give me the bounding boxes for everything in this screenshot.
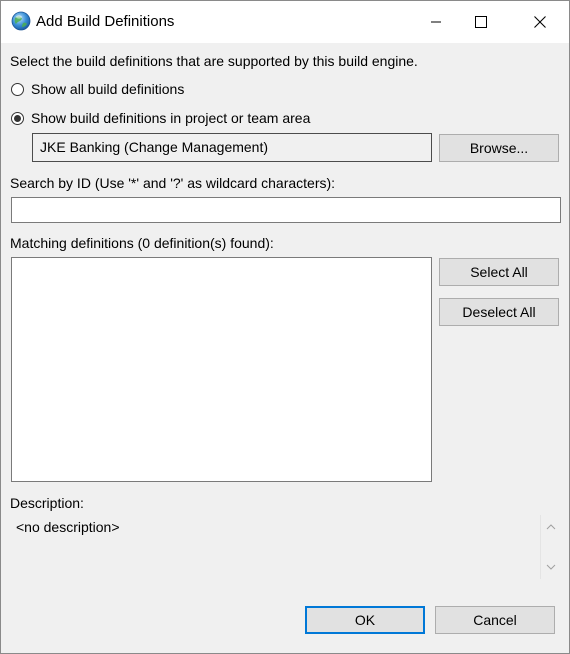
description-area: <no description> — [11, 515, 561, 579]
cancel-button-label: Cancel — [473, 612, 517, 628]
browse-button-label: Browse... — [469, 140, 529, 156]
select-all-button[interactable]: Select All — [439, 258, 559, 286]
search-input[interactable] — [11, 197, 561, 223]
intro-text: Select the build definitions that are su… — [10, 53, 418, 69]
scroll-up-button[interactable] — [543, 519, 559, 535]
maximize-button[interactable] — [458, 1, 504, 43]
dialog-title: Add Build Definitions — [36, 13, 175, 30]
description-value: <no description> — [16, 519, 120, 535]
deselect-all-label: Deselect All — [462, 304, 536, 320]
globe-icon — [11, 11, 31, 31]
description-scrollbar[interactable] — [540, 515, 561, 579]
close-button[interactable] — [517, 1, 563, 43]
show-all-label[interactable]: Show all build definitions — [31, 81, 184, 97]
scroll-down-button[interactable] — [543, 559, 559, 575]
select-all-label: Select All — [470, 264, 528, 280]
search-label: Search by ID (Use '*' and '?' as wildcar… — [10, 175, 336, 191]
matching-definitions-list[interactable] — [11, 257, 432, 482]
show-project-radio[interactable] — [11, 112, 24, 125]
close-icon — [534, 16, 546, 28]
cancel-button[interactable]: Cancel — [435, 606, 555, 634]
ok-button-label: OK — [354, 612, 376, 628]
show-all-radio[interactable] — [11, 83, 24, 96]
chevron-down-icon — [546, 564, 556, 570]
matching-label: Matching definitions (0 definition(s) fo… — [10, 235, 274, 251]
minimize-button[interactable] — [413, 1, 459, 43]
project-area-value: JKE Banking (Change Management) — [40, 139, 269, 155]
project-area-field: JKE Banking (Change Management) — [32, 133, 432, 162]
add-build-definitions-dialog: Add Build Definitions Select the build d… — [0, 0, 570, 654]
maximize-icon — [475, 16, 487, 28]
browse-button[interactable]: Browse... — [439, 134, 559, 162]
description-label: Description: — [10, 495, 84, 511]
ok-button[interactable]: OK — [305, 606, 425, 634]
deselect-all-button[interactable]: Deselect All — [439, 298, 559, 326]
chevron-up-icon — [546, 524, 556, 530]
minimize-icon — [431, 21, 441, 23]
title-bar: Add Build Definitions — [1, 1, 569, 43]
show-project-label[interactable]: Show build definitions in project or tea… — [31, 110, 310, 126]
